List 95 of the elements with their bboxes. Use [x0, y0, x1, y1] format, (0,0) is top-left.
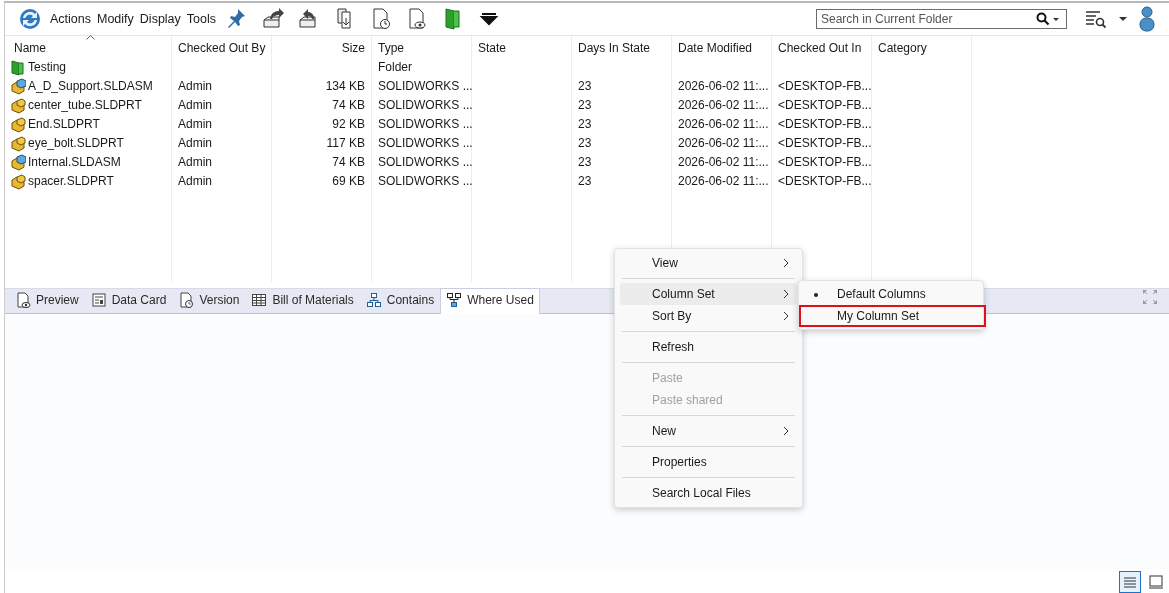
tab[interactable]: Bill of Materials — [245, 288, 360, 313]
table-cell-text: 74 KB — [332, 97, 365, 114]
table-cell-text: 23 — [578, 154, 592, 171]
column-header[interactable]: Days In State — [572, 36, 671, 58]
folder-icon — [10, 59, 26, 76]
table-cell-text: Admin — [178, 78, 212, 95]
column-header[interactable]: Name — [8, 36, 171, 58]
table-cell-text: SOLIDWORKS ... — [378, 78, 473, 95]
table-cell-text: 2026-06-02 11:... — [678, 154, 769, 171]
view-button[interactable] — [1119, 570, 1141, 593]
preview-view-icon — [1147, 572, 1165, 591]
document-eye-icon — [15, 292, 31, 308]
table-cell-text: <DESKTOP-FB... — [778, 116, 872, 133]
file-name[interactable]: End.SLDPRT — [28, 115, 100, 134]
part-icon — [10, 97, 26, 114]
table-cell-text: Admin — [178, 154, 212, 171]
menu-item[interactable]: Column Set — [620, 283, 797, 305]
column-header[interactable]: Date Modified — [672, 36, 771, 58]
check-out-icon — [261, 7, 285, 31]
menu-item[interactable]: Actions — [47, 9, 94, 29]
table-cell-text: 2026-06-02 11:... — [678, 135, 769, 152]
assembly-icon — [10, 154, 26, 171]
menu-item[interactable]: My Column Set — [799, 305, 986, 327]
tab[interactable]: Data Card — [84, 288, 173, 313]
file-name[interactable]: A_D_Support.SLDASM — [28, 77, 153, 96]
table-cell-text: 117 KB — [326, 135, 365, 152]
table-cell-text: 23 — [578, 97, 592, 114]
table-cell-text: SOLIDWORKS ... — [378, 173, 473, 190]
hierarchy-icon — [446, 292, 463, 308]
menu-item[interactable]: Search Local Files — [620, 482, 797, 504]
table-cell-text: <DESKTOP-FB... — [778, 173, 872, 190]
menu-item[interactable]: Tools — [183, 9, 219, 29]
table-cell-text: 2026-06-02 11:... — [678, 97, 769, 114]
table-cell-text: Admin — [178, 135, 212, 152]
table-cell-text: 2026-06-02 11:... — [678, 78, 769, 95]
table-cell-text: 92 KB — [332, 116, 365, 133]
table-cell-text: <DESKTOP-FB... — [778, 154, 872, 171]
table-cell-text: <DESKTOP-FB... — [778, 97, 872, 114]
expand-icon — [1142, 289, 1158, 305]
part-icon — [10, 135, 26, 152]
search-icon — [1036, 12, 1050, 26]
table-cell-text: 74 KB — [332, 154, 365, 171]
menu-item[interactable]: Refresh — [620, 336, 797, 358]
tab[interactable]: Preview — [9, 288, 85, 313]
table-cell-text: Admin — [178, 116, 212, 133]
table-cell-text: SOLIDWORKS ... — [378, 116, 473, 133]
tab[interactable]: Contains — [359, 288, 441, 313]
menu-item[interactable]: New — [620, 420, 797, 442]
table-cell-text: 69 KB — [332, 173, 365, 190]
tab[interactable]: Version — [172, 288, 246, 313]
table-cell-text: 23 — [578, 135, 592, 152]
column-header[interactable]: Checked Out By — [172, 36, 271, 58]
file-name[interactable]: center_tube.SLDPRT — [28, 96, 142, 115]
menu-item[interactable]: Properties — [620, 451, 797, 473]
column-header[interactable]: State — [472, 36, 571, 58]
column-header[interactable]: Category — [872, 36, 971, 58]
part-icon — [10, 173, 26, 190]
tab[interactable]: Where Used — [440, 288, 540, 314]
search-field[interactable]: Search in Current Folder — [816, 9, 1067, 29]
bullet-icon — [814, 293, 818, 297]
table-cell-text: Admin — [178, 173, 212, 190]
document-clock-icon — [178, 292, 195, 308]
refresh-icon — [18, 7, 42, 31]
menu-item[interactable]: Sort By — [620, 305, 797, 327]
table-cell-text: SOLIDWORKS ... — [378, 97, 473, 114]
hierarchy-icon — [365, 292, 382, 308]
table-cell-text: SOLIDWORKS ... — [378, 135, 473, 152]
column-header[interactable]: Type — [372, 36, 471, 58]
file-name[interactable]: eye_bolt.SLDPRT — [28, 134, 124, 153]
menu-item[interactable]: View — [620, 252, 797, 274]
table-cell-text: 23 — [578, 173, 592, 190]
column-header[interactable]: Checked Out In — [772, 36, 871, 58]
assembly-icon — [10, 78, 26, 95]
menu-item[interactable]: Modify — [94, 9, 137, 29]
table-cell-text: 2026-06-02 11:... — [678, 173, 769, 190]
table-cell-text: 23 — [578, 78, 592, 95]
table-cell-text: Folder — [378, 59, 412, 76]
caret-icon — [1118, 14, 1128, 24]
file-name[interactable]: spacer.SLDPRT — [28, 172, 114, 191]
menu-item[interactable]: Default Columns — [799, 283, 983, 305]
file-name[interactable]: Internal.SLDASM — [28, 153, 121, 172]
table-cell-text: Admin — [178, 97, 212, 114]
table-cell-text: 134 KB — [325, 78, 365, 95]
file-name[interactable]: Testing — [28, 58, 67, 77]
column-header[interactable]: Size — [272, 36, 371, 58]
table-cell-text: <DESKTOP-FB... — [778, 78, 872, 95]
table-cell-text: 23 — [578, 116, 592, 133]
menu-item[interactable]: Display — [136, 9, 184, 29]
table-cell-text: 2026-06-02 11:... — [678, 116, 769, 133]
user-icon — [1138, 6, 1156, 32]
part-icon — [10, 116, 26, 133]
card-icon — [90, 292, 107, 308]
table-cell-text: <DESKTOP-FB... — [778, 135, 872, 152]
table-cell-text: SOLIDWORKS ... — [378, 154, 473, 171]
table-icon — [251, 292, 268, 308]
